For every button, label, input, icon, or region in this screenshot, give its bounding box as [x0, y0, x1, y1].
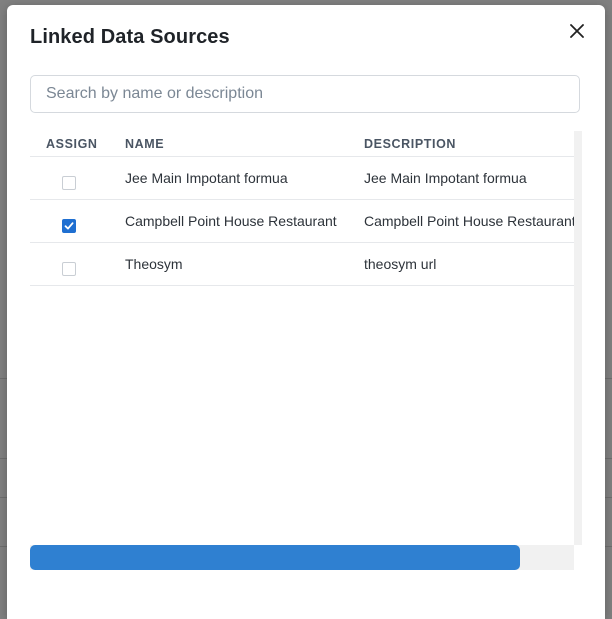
vertical-scrollbar[interactable] — [574, 131, 582, 545]
table-row[interactable]: Jee Main Impotant formua Jee Main Impota… — [30, 157, 574, 200]
vertical-scrollbar-thumb[interactable] — [574, 131, 582, 545]
checkmark-icon — [64, 222, 74, 230]
horizontal-scrollbar-thumb[interactable] — [30, 545, 520, 570]
table-row[interactable]: Campbell Point House Restaurant Campbell… — [30, 200, 574, 243]
row-description: Jee Main Impotant formua — [364, 170, 527, 186]
assign-checkbox[interactable] — [62, 262, 76, 276]
search-input[interactable] — [30, 75, 580, 113]
assign-checkbox[interactable] — [62, 176, 76, 190]
assign-checkbox[interactable] — [62, 219, 76, 233]
row-name: Jee Main Impotant formua — [125, 170, 288, 186]
table-header: ASSIGN NAME DESCRIPTION — [30, 131, 574, 157]
close-icon — [570, 24, 584, 38]
row-description: theosym url — [364, 256, 437, 272]
column-header-name[interactable]: NAME — [125, 137, 164, 151]
table-row[interactable]: Theosym theosym url — [30, 243, 574, 286]
row-name: Campbell Point House Restaurant — [125, 213, 337, 229]
column-header-description[interactable]: DESCRIPTION — [364, 137, 456, 151]
horizontal-scrollbar[interactable] — [30, 545, 574, 570]
column-header-assign[interactable]: ASSIGN — [46, 137, 98, 151]
dialog-title: Linked Data Sources — [30, 26, 230, 48]
row-description: Campbell Point House Restaurant — [364, 213, 574, 229]
row-name: Theosym — [125, 256, 183, 272]
linked-data-sources-dialog: Linked Data Sources ASSIGN NAME DESCRIPT… — [7, 5, 605, 619]
close-button[interactable] — [565, 19, 589, 43]
data-sources-table: ASSIGN NAME DESCRIPTION Jee Main Impotan… — [30, 131, 574, 545]
